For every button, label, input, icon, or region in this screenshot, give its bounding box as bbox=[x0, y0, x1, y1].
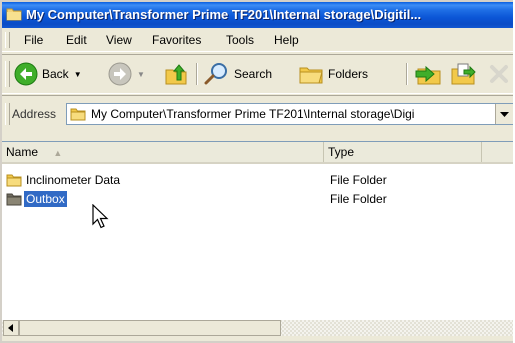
toolbar: Back ▼ ▼ Search Folders bbox=[2, 54, 513, 94]
toolbar-grip[interactable] bbox=[5, 61, 10, 87]
folders-icon bbox=[299, 67, 323, 84]
mouse-pointer-icon bbox=[92, 204, 109, 229]
list-item[interactable]: Inclinometer Data File Folder bbox=[2, 171, 513, 189]
scrollbar-thumb[interactable] bbox=[19, 320, 281, 336]
move-to-icon bbox=[415, 65, 441, 85]
address-bar: Address My Computer\Transformer Prime TF… bbox=[2, 95, 513, 132]
delete-button[interactable] bbox=[486, 61, 513, 87]
menu-tools[interactable]: Tools bbox=[226, 33, 254, 47]
folders-button[interactable]: Folders bbox=[298, 61, 368, 87]
list-item-selected[interactable]: Outbox File Folder bbox=[2, 190, 513, 208]
window-title: My Computer\Transformer Prime TF201\Inte… bbox=[26, 7, 422, 22]
scroll-left-button[interactable] bbox=[3, 320, 19, 336]
list-header: Name ▲ Type bbox=[2, 142, 513, 164]
folder-icon bbox=[6, 174, 22, 187]
menu-edit[interactable]: Edit bbox=[66, 33, 87, 47]
up-folder-icon bbox=[165, 64, 187, 85]
column-header-type[interactable]: Type bbox=[324, 142, 482, 162]
toolbar-separator bbox=[196, 63, 198, 85]
address-bar-grip[interactable] bbox=[5, 103, 10, 125]
delete-icon bbox=[490, 65, 508, 83]
menu-bar: File Edit View Favorites Tools Help bbox=[2, 29, 513, 52]
search-button[interactable]: Search bbox=[204, 61, 272, 87]
folder-icon bbox=[70, 108, 86, 121]
list-item-name: Outbox bbox=[23, 190, 68, 208]
column-header-name-label: Name bbox=[6, 145, 39, 159]
address-value[interactable]: My Computer\Transformer Prime TF201\Inte… bbox=[91, 107, 414, 121]
back-arrow-icon bbox=[14, 62, 38, 86]
chevron-down-icon[interactable]: ▼ bbox=[137, 70, 145, 79]
toolbar-separator bbox=[406, 63, 408, 85]
copy-to-button[interactable] bbox=[448, 61, 478, 87]
chevron-left-icon bbox=[8, 324, 13, 332]
chevron-down-icon[interactable]: ▼ bbox=[74, 70, 82, 79]
search-icon bbox=[204, 63, 227, 85]
menu-help[interactable]: Help bbox=[274, 33, 299, 47]
move-to-button[interactable] bbox=[414, 61, 442, 87]
menu-favorites[interactable]: Favorites bbox=[152, 33, 201, 47]
column-header-name[interactable]: Name ▲ bbox=[2, 142, 324, 162]
chevron-down-icon bbox=[500, 112, 509, 117]
list-item-name: Inclinometer Data bbox=[26, 173, 121, 187]
search-label: Search bbox=[234, 67, 273, 81]
list-item-type: File Folder bbox=[330, 173, 387, 187]
sort-ascending-icon: ▲ bbox=[53, 148, 63, 158]
folders-label: Folders bbox=[328, 67, 369, 81]
copy-to-icon bbox=[451, 63, 476, 85]
menu-view[interactable]: View bbox=[106, 33, 132, 47]
forward-button[interactable]: ▼ bbox=[108, 61, 145, 87]
menu-bar-grip[interactable] bbox=[5, 32, 10, 48]
column-header-type-label: Type bbox=[328, 145, 355, 159]
address-label: Address bbox=[12, 107, 57, 121]
menu-file[interactable]: File bbox=[24, 33, 43, 47]
address-dropdown-button[interactable] bbox=[495, 104, 513, 124]
up-folder-button[interactable] bbox=[164, 61, 188, 87]
back-label: Back bbox=[42, 67, 69, 81]
folder-icon bbox=[6, 193, 22, 206]
forward-arrow-icon bbox=[108, 62, 132, 86]
horizontal-scrollbar[interactable] bbox=[2, 320, 513, 336]
list-item-type: File Folder bbox=[330, 192, 387, 206]
address-field[interactable]: My Computer\Transformer Prime TF201\Inte… bbox=[66, 103, 513, 125]
back-button[interactable]: Back ▼ bbox=[14, 61, 82, 87]
explorer-window: My Computer\Transformer Prime TF201\Inte… bbox=[0, 0, 513, 343]
folder-icon bbox=[6, 8, 22, 21]
file-list: Name ▲ Type Inclinometer Data File Folde… bbox=[2, 141, 513, 336]
title-bar[interactable]: My Computer\Transformer Prime TF201\Inte… bbox=[2, 2, 513, 28]
